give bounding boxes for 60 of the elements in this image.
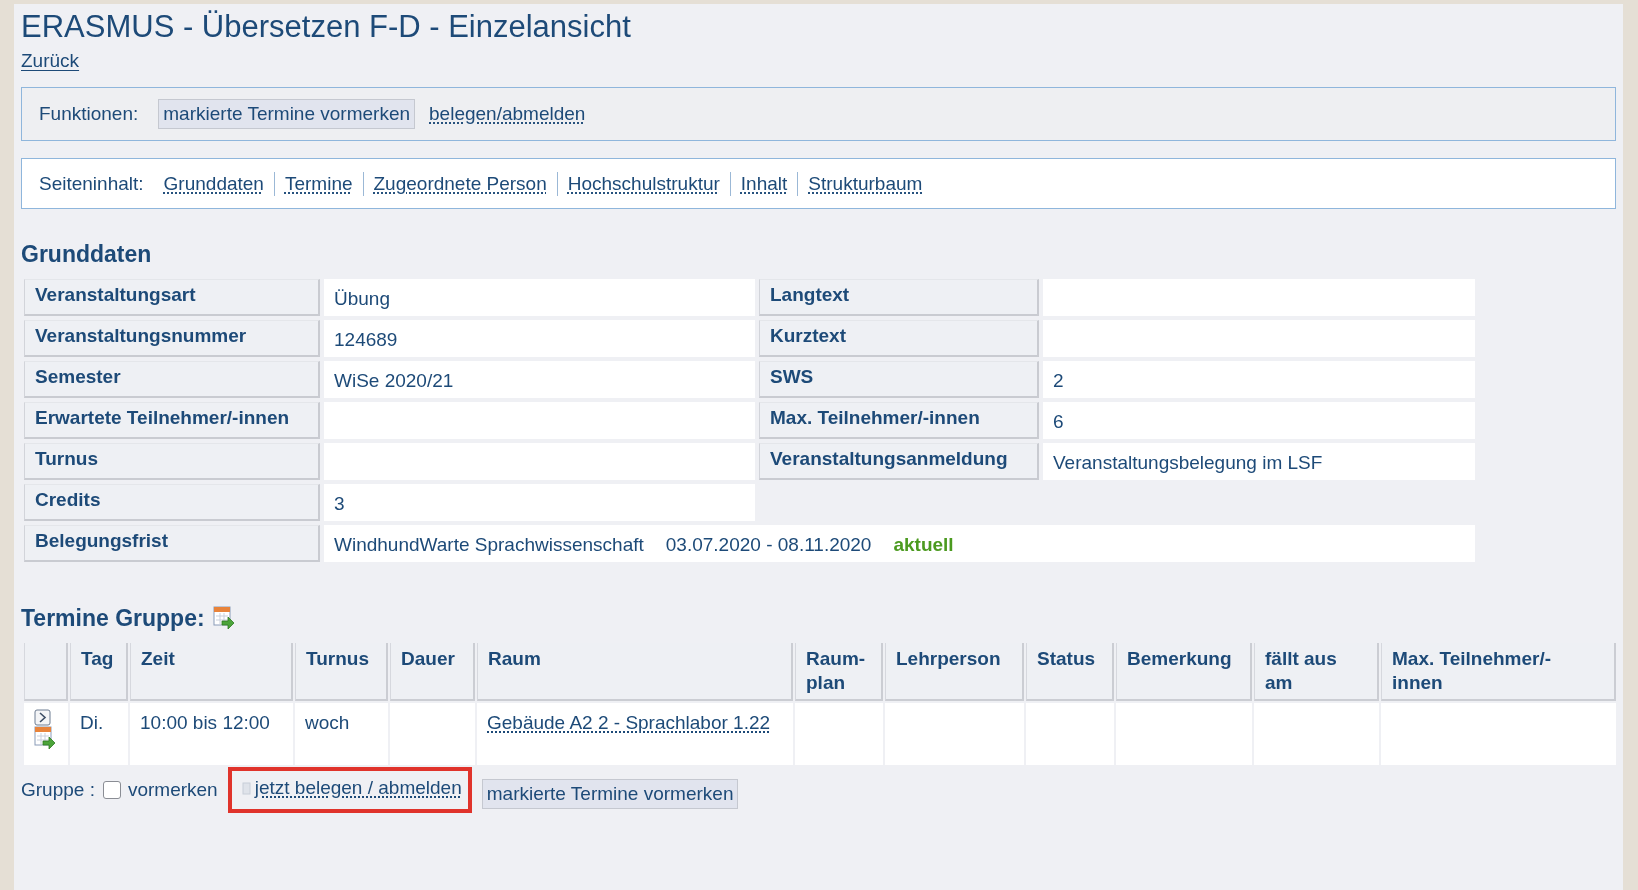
table-cell: 10:00 bis 12:00: [130, 703, 293, 765]
field-label: Langtext: [759, 279, 1039, 316]
section-link[interactable]: Termine: [284, 172, 353, 195]
field-value: 3: [324, 484, 755, 521]
enroll-link[interactable]: belegen/abmelden: [429, 103, 586, 125]
calendar-export-icon[interactable]: [34, 726, 56, 750]
back-link[interactable]: Zurück: [21, 50, 80, 72]
field-label: Max. Teilnehmer/-innen: [759, 402, 1039, 439]
checkbox-label: vormerken: [127, 779, 218, 801]
bookmark-dates-button[interactable]: markierte Termine vormerken: [158, 99, 416, 129]
column-header: Tag: [70, 643, 128, 701]
section-link[interactable]: Strukturbaum: [808, 172, 923, 195]
enroll-icon: [241, 781, 251, 795]
field-value: WiSe 2020/21: [324, 361, 755, 398]
field-value: 124689: [324, 320, 755, 357]
field-value: 6: [1043, 402, 1475, 439]
field-label: Kurztext: [759, 320, 1039, 357]
field-label: Credits: [24, 484, 320, 521]
field-label: Veranstaltungsanmeldung: [759, 443, 1039, 480]
field-label: Erwartete Teilnehmer/-innen: [24, 402, 320, 439]
field-label: Turnus: [24, 443, 320, 480]
column-header: Lehrperson: [885, 643, 1024, 701]
page-title: ERASMUS - Übersetzen F-D - Einzelansicht: [21, 8, 632, 46]
field-value: Veranstaltungsbelegung im LSF: [1043, 443, 1475, 480]
field-label: Veranstaltungsart: [24, 279, 320, 316]
column-header: Raum- plan: [795, 643, 883, 701]
section-heading: Grunddaten: [21, 240, 153, 269]
column-header: Status: [1026, 643, 1114, 701]
enroll-link[interactable]: jetzt belegen / abmelden: [254, 777, 462, 799]
column-header: Turnus: [295, 643, 388, 701]
group-label: Gruppe :: [21, 779, 95, 801]
column-header: Max. Teilnehmer/- innen: [1381, 643, 1616, 701]
field-value: 2: [1043, 361, 1475, 398]
calendar-export-icon[interactable]: [212, 606, 235, 630]
section-link[interactable]: Zugeordnete Person: [373, 172, 547, 195]
column-header: Zeit: [130, 643, 293, 701]
column-header: Dauer: [390, 643, 475, 701]
section-link[interactable]: Grunddaten: [163, 172, 264, 195]
expand-icon[interactable]: [34, 709, 51, 726]
column-header: Bemerkung: [1116, 643, 1252, 701]
field-label: Belegungsfrist: [24, 525, 320, 562]
page-contents-label: Seiteninhalt:: [39, 172, 144, 195]
table-cell: woch: [295, 703, 388, 765]
checkbox[interactable]: [102, 781, 121, 799]
bookmark-dates-button[interactable]: markierte Termine vormerken: [481, 779, 739, 809]
section-link[interactable]: Hochschulstruktur: [567, 172, 720, 195]
functions-label: Funktionen:: [39, 103, 139, 125]
field-label: SWS: [759, 361, 1039, 398]
column-header: Raum: [477, 643, 793, 701]
field-value: WindhundWarte Sprachwissenschaft: [334, 534, 644, 556]
column-header: [24, 643, 68, 701]
status-text: aktuell: [893, 534, 954, 556]
column-header: fällt aus am: [1254, 643, 1379, 701]
field-label: Semester: [24, 361, 320, 398]
field-value: 03.07.2020 - 08.11.2020: [665, 534, 872, 556]
table-cell: Di.: [70, 703, 128, 765]
section-link[interactable]: Inhalt: [740, 172, 788, 195]
field-label: Veranstaltungsnummer: [24, 320, 320, 357]
field-value: Übung: [324, 279, 755, 316]
section-heading: Termine Gruppe:: [21, 604, 205, 633]
